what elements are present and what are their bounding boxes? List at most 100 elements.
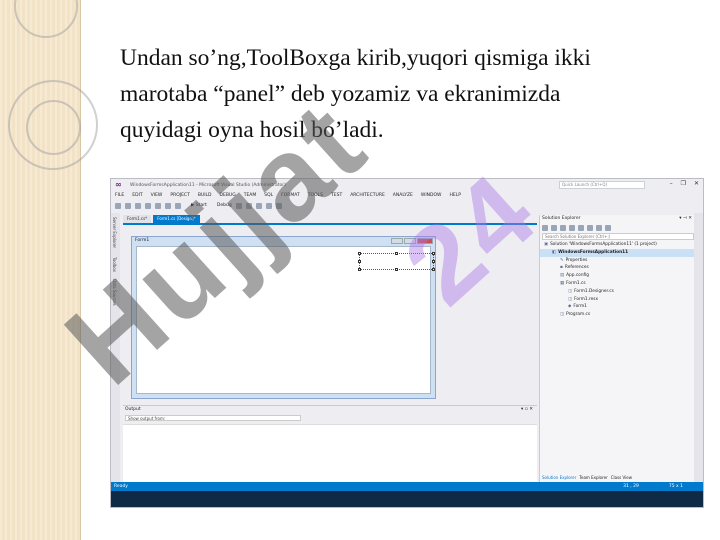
maximize-icon[interactable]: ❐ [681,180,686,187]
minimize-icon[interactable]: – [670,180,673,187]
resize-handle[interactable] [358,268,361,271]
pin-close-icons[interactable]: ▾ ▫ ✕ [521,406,533,414]
solution-icon: ▣ [544,242,549,247]
tree-item[interactable]: ▦ Form1.cs [540,280,696,288]
tree-item[interactable]: ▤ App.config [540,272,696,280]
open-icon[interactable] [135,202,141,209]
view-code-icon[interactable] [605,224,611,231]
solution-explorer-header: Solution Explorer ▾ ⊣ ✕ [540,215,696,223]
right-tool-tabs [694,213,703,483]
menu-window[interactable]: WINDOW [421,193,442,198]
undo-icon[interactable] [165,202,171,209]
quick-launch-input[interactable]: Quick Launch (Ctrl+Q) [559,181,645,189]
resize-handle[interactable] [432,252,435,255]
solution-explorer-tabs: Solution Explorer Team Explorer Class Vi… [540,475,632,480]
form-minimize-icon [391,238,403,244]
tree-item[interactable]: ▪ References [540,264,696,272]
tree-item[interactable]: ▣ Solution 'WindowsFormsApplication11' (1… [540,241,696,249]
output-text-area[interactable] [123,424,537,484]
cs-file-icon: ◫ [560,312,565,318]
menu-analyze[interactable]: ANALYZE [393,193,413,198]
resize-handle[interactable] [432,260,435,263]
menu-bar: FILE EDIT VIEW PROJECT BUILD DEBUG TEAM … [111,191,703,200]
data-sources-tab[interactable]: Data Sources [112,279,117,306]
toolbox-tab[interactable]: Toolbox [112,257,117,272]
forward-icon[interactable] [551,224,557,231]
tree-item-label: References [564,265,589,271]
form1-controls [391,238,433,244]
menu-test[interactable]: TEST [331,193,342,198]
form1-window[interactable]: Form1 [131,236,436,399]
status-size: 75 x 1 [668,484,683,489]
solution-explorer-title: Solution Explorer [542,216,581,221]
menu-architecture[interactable]: ARCHITECTURE [350,193,385,198]
back-icon[interactable] [115,202,121,209]
menu-debug[interactable]: DEBUG [220,193,236,198]
configuration-select[interactable]: Debug [217,203,232,208]
menu-project[interactable]: PROJECT [170,193,189,198]
collapse-icon[interactable] [587,224,593,231]
form1-client-area[interactable] [136,246,435,394]
menu-help[interactable]: HELP [450,193,461,198]
status-text: Ready [114,484,128,489]
menu-team[interactable]: TEAM [244,193,257,198]
redo-icon[interactable] [175,202,181,209]
resize-handle[interactable] [358,252,361,255]
tree-item-label: Properties [565,257,588,263]
resize-handle[interactable] [432,268,435,271]
start-debug-button[interactable]: ▶ Start [191,203,207,208]
show-output-select[interactable]: Show output from: [125,415,301,421]
spacing-icon[interactable] [275,202,282,209]
form-close-icon [417,238,433,244]
spacing-icon[interactable] [265,202,272,209]
refresh-icon[interactable] [578,224,584,231]
output-title: Output [125,407,141,412]
align-icon[interactable] [235,202,242,209]
tab-team-explorer[interactable]: Team Explorer [579,475,608,480]
menu-file[interactable]: FILE [115,193,124,198]
menu-tools[interactable]: TOOLS [308,193,323,198]
project-icon: ◧ [552,249,557,255]
status-right: 31 , 29 75 x 1 [623,482,683,491]
left-tool-tabs: Server Explorer Toolbox Data Sources [111,213,120,483]
tree-item[interactable]: ✎ Properties [540,257,696,265]
save-icon[interactable] [145,202,151,209]
form-file-icon: ▦ [560,280,565,286]
visual-studio-logo-icon: ∞ [115,180,122,189]
resize-handle[interactable] [358,260,361,263]
save-all-icon[interactable] [155,202,161,209]
align-icon[interactable] [255,202,262,209]
menu-view[interactable]: VIEW [151,193,163,198]
home-icon[interactable] [560,224,566,231]
resize-handle[interactable] [395,252,398,255]
menu-format[interactable]: FORMAT [281,193,300,198]
tree-item-label: Form1.Designer.cs [574,288,614,294]
menu-build[interactable]: BUILD [198,193,212,198]
sync-icon[interactable] [569,224,575,231]
tab-form1-design[interactable]: Form1.cs [Design]* [153,215,200,223]
menu-sql[interactable]: SQL [264,193,273,198]
properties-icon[interactable] [596,224,602,231]
resize-handle[interactable] [395,268,398,271]
align-icon[interactable] [245,202,252,209]
back-icon[interactable] [542,224,548,231]
server-explorer-tab[interactable]: Server Explorer [112,217,117,248]
document-tabs: Form1.cs* Form1.cs [Design]* [123,215,200,223]
output-toolbar: Show output from: [123,414,537,422]
tree-item[interactable]: ◫ Program.cs [540,311,696,319]
menu-edit[interactable]: EDIT [132,193,142,198]
panel-control[interactable] [358,252,435,271]
main-toolbar: ▶ Start Debug [111,200,703,211]
solution-explorer: Solution Explorer ▾ ⊣ ✕ Search Solution … [539,215,696,483]
tab-form1-code[interactable]: Form1.cs* [123,215,152,223]
tab-class-view[interactable]: Class View [611,475,632,480]
tab-solution-explorer[interactable]: Solution Explorer [542,475,576,480]
new-project-icon[interactable] [125,202,131,209]
tree-item[interactable]: ◫ Form1.resx [540,296,696,304]
tree-item[interactable]: ◫ Form1.Designer.cs [540,288,696,296]
tree-item[interactable]: ◧ WindowsFormsApplication11 [540,248,696,257]
tree-item[interactable]: ◆ Form1 [540,303,696,311]
pin-close-icons[interactable]: ▾ ⊣ ✕ [679,215,692,223]
solution-search-input[interactable]: Search Solution Explorer (Ctrl+;) [542,233,694,240]
close-icon[interactable]: ✕ [694,180,699,187]
